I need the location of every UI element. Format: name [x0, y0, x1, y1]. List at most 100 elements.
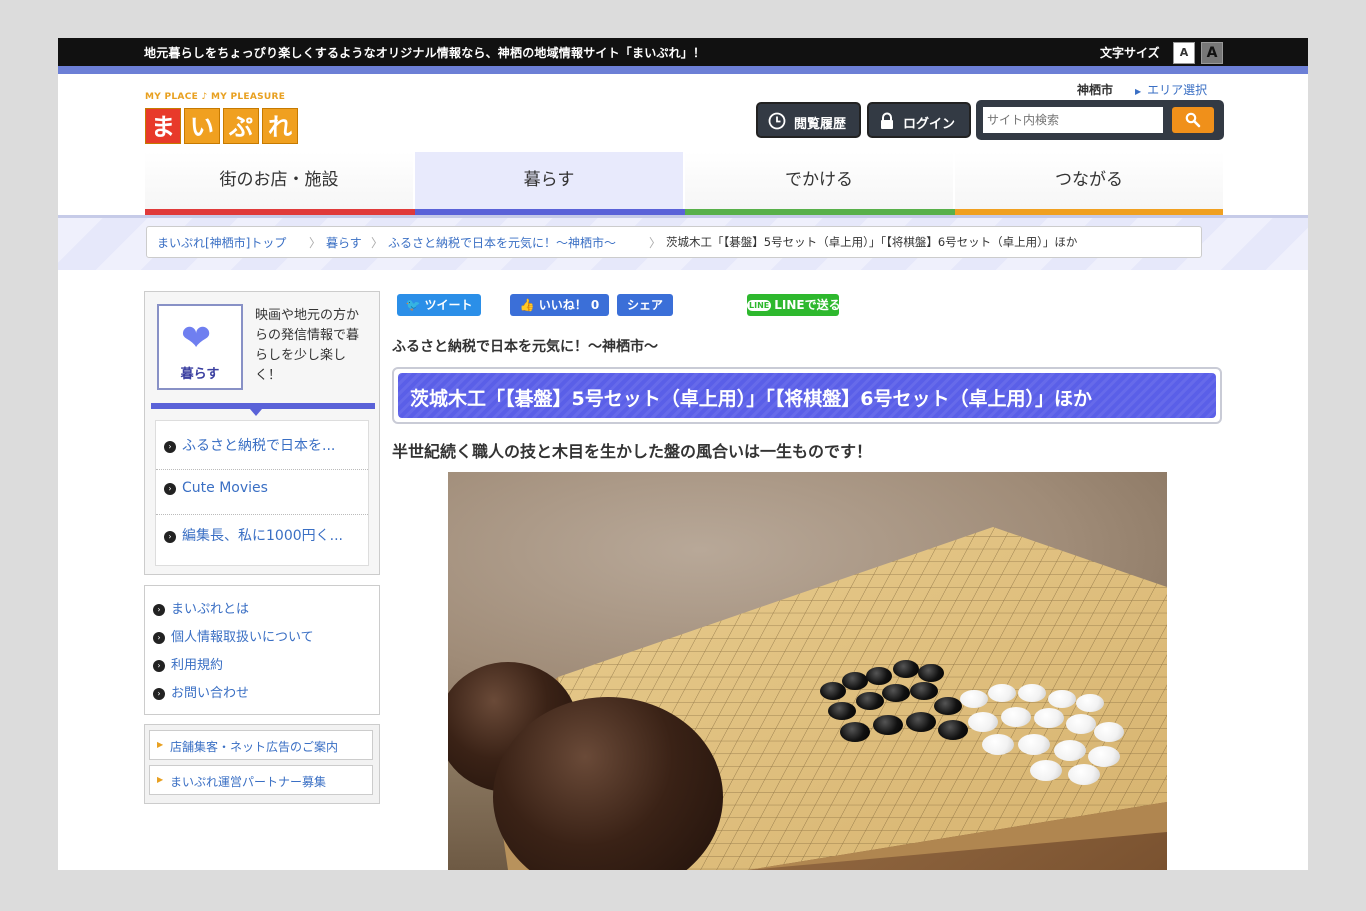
- white-stone: [1066, 714, 1096, 734]
- triangle-right-icon: ▶: [1135, 87, 1142, 96]
- breadcrumb-current: 茨城木工「【碁盤】5号セット（卓上用）」「【将棋盤】6号セット（卓上用）」ほか: [666, 235, 1078, 249]
- category-box: ❤ 暮らす 映画や地元の方からの発信情報で暮らしを少し楽しく！ › ふるさと納税で…: [144, 291, 380, 575]
- banner-label: 店舗集客・ネット広告のご案内: [170, 740, 339, 754]
- article-title-box: 茨城木工「【碁盤】5号セット（卓上用）」「【将棋盤】6号セット（卓上用）」ほか: [392, 367, 1222, 424]
- info-link[interactable]: › 個人情報取扱いについて: [153, 626, 314, 645]
- category-label: 暮らす: [180, 367, 220, 382]
- banner-box: ▶ 店舗集客・ネット広告のご案内 ▶ まいぷれ運営パートナー募集: [144, 724, 380, 804]
- info-link-label: 利用規約: [171, 658, 224, 673]
- arrow-right-icon: ›: [164, 441, 176, 453]
- info-link-label: お問い合わせ: [171, 686, 250, 701]
- breadcrumb: まいぷれ[神栖市]トップ 〉 暮らす 〉 ふるさと納税で日本を元気に！〜神栖市〜…: [146, 226, 1202, 258]
- category-description: 映画や地元の方からの発信情報で暮らしを少し楽しく！: [255, 308, 360, 383]
- font-size-label: 文字サイズ: [1100, 46, 1160, 60]
- arrow-right-icon: ›: [164, 531, 176, 543]
- search-button[interactable]: [1172, 107, 1214, 133]
- site-logo[interactable]: MY PLACE ♪ MY PLEASURE ま い ぷ れ: [145, 92, 305, 148]
- area-select-label: エリア選択: [1147, 83, 1208, 97]
- black-stone: [840, 722, 870, 742]
- bird-icon: 🐦: [405, 298, 421, 312]
- triangle-right-icon: ▶: [157, 775, 164, 784]
- black-stone: [934, 697, 962, 715]
- info-link[interactable]: › お問い合わせ: [153, 682, 249, 701]
- breadcrumb-top[interactable]: まいぷれ[神栖市]トップ: [157, 234, 286, 251]
- series-title: ふるさと納税で日本を元気に！〜神栖市〜: [392, 339, 658, 355]
- lock-icon: [879, 112, 895, 134]
- info-links-box: › まいぷれとは › 個人情報取扱いについて › 利用規約 › お問い合わせ: [144, 585, 380, 715]
- info-link-label: まいぷれとは: [171, 602, 250, 617]
- category-divider: [151, 403, 375, 409]
- thumbs-up-icon: 👍: [519, 298, 535, 312]
- breadcrumb-furusato[interactable]: ふるさと納税で日本を元気に！〜神栖市〜: [388, 234, 616, 251]
- arrow-right-icon: ›: [153, 632, 165, 644]
- like-label: いいね！ 0: [538, 298, 600, 312]
- site-search: [976, 100, 1224, 140]
- info-link[interactable]: › まいぷれとは: [153, 598, 249, 617]
- white-stone: [1001, 707, 1031, 727]
- font-size-small-button[interactable]: A: [1173, 42, 1195, 64]
- nav-item-living[interactable]: 暮らす: [415, 152, 683, 209]
- breadcrumb-living[interactable]: 暮らす: [326, 234, 362, 251]
- login-button-label: ログイン: [903, 117, 956, 132]
- nav-item-outing[interactable]: でかける: [685, 152, 953, 209]
- info-link[interactable]: › 利用規約: [153, 654, 223, 673]
- banner-partner[interactable]: ▶ まいぷれ運営パートナー募集: [149, 765, 373, 795]
- line-icon: LINE: [747, 300, 772, 311]
- site-tagline: 地元暮らしをちょっぴり楽しくするようなオリジナル情報なら、神栖の地域情報サイト「…: [144, 46, 706, 60]
- list-divider: [156, 469, 368, 470]
- banner-label: まいぷれ運営パートナー募集: [170, 775, 327, 789]
- black-stone: [893, 660, 919, 678]
- black-stone: [906, 712, 936, 732]
- black-stone: [856, 692, 884, 710]
- info-link-label: 個人情報取扱いについて: [171, 630, 314, 645]
- black-stone: [918, 664, 944, 682]
- black-stone: [866, 667, 892, 685]
- clock-icon: [768, 112, 786, 134]
- area-select-link[interactable]: ▶ エリア選択: [1135, 81, 1207, 98]
- white-stone: [1054, 740, 1086, 761]
- arrow-right-icon: ›: [153, 604, 165, 616]
- tweet-button[interactable]: 🐦 ツイート: [397, 294, 481, 316]
- list-divider: [156, 514, 368, 515]
- search-icon: [1185, 111, 1201, 129]
- divider-pointer: [250, 409, 262, 416]
- white-stone: [960, 690, 988, 708]
- white-stone: [1034, 708, 1064, 728]
- article-lead: 半世紀続く職人の技と木目を生かした盤の風合いは一生ものです！: [392, 442, 873, 461]
- category-link-label: 編集長、私に1000円く...: [182, 528, 343, 544]
- white-stone: [982, 734, 1014, 755]
- white-stone: [1076, 694, 1104, 712]
- white-stone: [1088, 746, 1120, 767]
- font-size-large-button[interactable]: A: [1201, 42, 1223, 64]
- category-link[interactable]: › Cute Movies: [164, 480, 268, 496]
- nav-item-shops[interactable]: 街のお店・施設: [145, 152, 413, 209]
- banner-ad-info[interactable]: ▶ 店舗集客・ネット広告のご案内: [149, 730, 373, 760]
- black-stone: [873, 715, 903, 735]
- line-send-button[interactable]: LINE LINEで送る: [747, 294, 841, 316]
- share-button[interactable]: シェア: [617, 294, 673, 316]
- current-city: 神栖市: [1077, 83, 1114, 97]
- like-button[interactable]: 👍 いいね！ 0: [510, 294, 609, 316]
- login-button[interactable]: ログイン: [867, 102, 971, 138]
- main-nav: 街のお店・施設 暮らす でかける つながる: [145, 152, 1223, 215]
- white-stone: [988, 684, 1016, 702]
- category-link[interactable]: › ふるさと納税で日本を...: [164, 435, 335, 455]
- white-stone: [1068, 764, 1100, 785]
- category-card[interactable]: ❤ 暮らす: [157, 304, 243, 390]
- logo-char-3: ぷ: [223, 108, 259, 144]
- logo-char-1: ま: [145, 108, 181, 144]
- logo-char-2: い: [184, 108, 220, 144]
- category-link-list: › ふるさと納税で日本を... › Cute Movies › 編集長、私に1000円…: [155, 420, 369, 566]
- search-input[interactable]: [983, 107, 1163, 133]
- arrow-right-icon: ›: [153, 660, 165, 672]
- logo-tagline: MY PLACE ♪ MY PLEASURE: [145, 92, 286, 102]
- history-button-label: 閲覧履歴: [794, 117, 847, 132]
- arrow-right-icon: ›: [164, 483, 176, 495]
- white-stone: [1094, 722, 1124, 742]
- category-link[interactable]: › 編集長、私に1000円く...: [164, 525, 343, 545]
- history-button[interactable]: 閲覧履歴: [756, 102, 861, 138]
- black-stone: [842, 672, 868, 690]
- nav-item-connect[interactable]: つながる: [955, 152, 1223, 209]
- breadcrumb-separator: 〉: [371, 236, 384, 250]
- category-link-label: ふるさと納税で日本を...: [182, 438, 336, 454]
